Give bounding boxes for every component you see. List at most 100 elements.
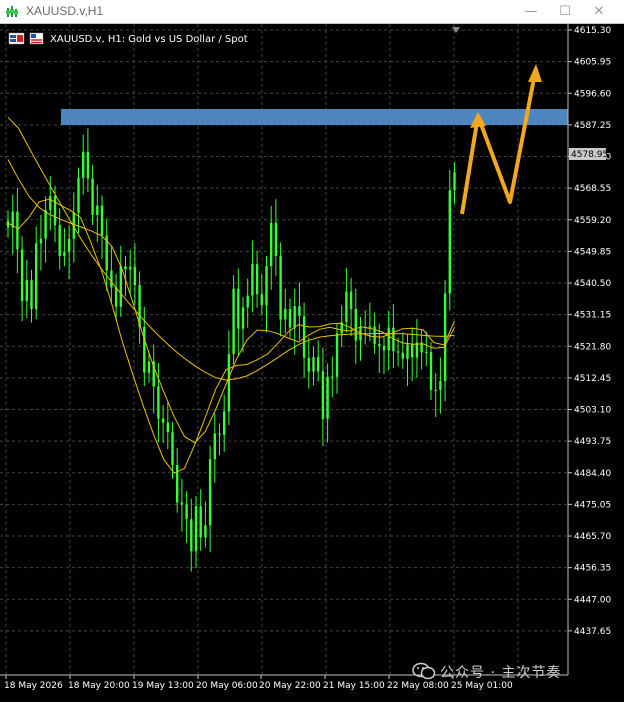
candle-body (270, 222, 273, 267)
candle-body (213, 433, 216, 460)
candle-body (58, 225, 61, 256)
candle-body (35, 243, 38, 310)
candle-body (387, 327, 390, 351)
time-tick-label: 21 May 15:00 (323, 681, 385, 691)
candle-body (307, 357, 310, 372)
candle-body (223, 411, 226, 435)
time-tick-label: 18 May 2026 (4, 681, 63, 691)
candle-body (232, 288, 235, 355)
watermark: 公众号 · 主次节奏 (440, 665, 562, 681)
price-tick-label: 4484.40 (574, 469, 611, 479)
window-title: XAUUSD.v,H1 (26, 4, 104, 18)
candle-body (143, 326, 146, 373)
candle-body (185, 504, 188, 520)
price-tick-label: 4615.30 (574, 26, 611, 36)
candle-body (317, 357, 320, 372)
candle-body (49, 196, 52, 210)
candle-body (439, 381, 442, 390)
candle-body (190, 519, 193, 552)
candle-body (133, 266, 137, 286)
candle-body (67, 238, 71, 252)
candle-body (39, 238, 43, 244)
time-tick-label: 19 May 13:00 (132, 681, 194, 691)
candle-body (44, 209, 47, 239)
candle-body (335, 333, 339, 377)
candle-body (345, 291, 348, 323)
candle-body (288, 309, 292, 328)
candle-body (53, 196, 57, 226)
candle-body (331, 376, 334, 378)
candle-body (411, 344, 414, 358)
time-tick-label: 22 May 08:00 (387, 681, 449, 691)
maximize-icon[interactable]: ☐ (552, 2, 578, 22)
price-tick-label: 4512.45 (574, 374, 611, 384)
candle-body (77, 177, 80, 213)
candle-body (237, 288, 240, 329)
candle-body (119, 266, 122, 307)
candle-body (157, 386, 160, 419)
candle-body (6, 220, 10, 228)
candle-body (20, 249, 24, 301)
candle-body (82, 151, 85, 178)
candle-body (110, 270, 113, 288)
price-tick-label: 4605.95 (574, 58, 611, 68)
candle-body (434, 389, 437, 391)
candle-body (448, 190, 451, 294)
candle-body (415, 342, 419, 358)
candle-body (166, 422, 169, 433)
price-tick-label: 4587.25 (574, 121, 611, 131)
candle-body (425, 352, 428, 354)
price-tick-label: 4540.50 (574, 279, 611, 289)
price-tick-label: 4475.05 (574, 500, 611, 510)
chart-header: XAUUSD.v, H1: Gold vs US Dollar / Spot (50, 34, 248, 45)
candle-body (429, 352, 433, 390)
candle-body (396, 351, 400, 353)
candle-body (63, 251, 66, 256)
close-icon[interactable]: ✕ (586, 2, 612, 22)
candle-body (171, 432, 174, 465)
candle-body (279, 255, 282, 320)
candle-body (199, 506, 202, 538)
candle-body (293, 306, 296, 328)
price-tick-label: 4549.85 (574, 247, 611, 257)
resistance-zone[interactable] (61, 109, 568, 125)
candle-body (96, 205, 99, 216)
candle-body (176, 464, 179, 503)
candle-body (260, 294, 263, 306)
time-tick-label: 18 May 20:00 (68, 681, 130, 691)
price-tick-label: 4596.60 (574, 89, 611, 99)
candle-body (326, 377, 329, 419)
candle-body (147, 361, 151, 373)
candle-body (161, 418, 165, 423)
candle-body (100, 205, 104, 236)
price-tick-label: 4493.75 (574, 437, 611, 447)
price-tick-label: 4531.15 (574, 311, 611, 321)
candle-body (255, 264, 259, 295)
candle-body (453, 172, 456, 191)
candle-body (208, 459, 212, 526)
candle-body (265, 266, 268, 306)
candle-body (204, 525, 207, 538)
candle-body (274, 222, 278, 256)
candle-body (241, 307, 245, 329)
candle-body (443, 293, 447, 382)
candle-body (368, 326, 372, 328)
time-tick-label: 20 May 06:00 (196, 681, 258, 691)
price-tick-label: 4503.10 (574, 406, 611, 416)
price-tick-label: 4465.70 (574, 532, 611, 542)
minimize-icon[interactable]: — (518, 2, 544, 22)
price-tick-label: 4521.80 (574, 342, 611, 352)
window-titlebar: XAUUSD.v,H1 — ☐ ✕ (0, 0, 624, 24)
candle-body (194, 506, 198, 552)
candle-body (302, 316, 306, 358)
candle-body (298, 306, 301, 317)
wechat-icon (412, 662, 436, 680)
candle-body (129, 266, 132, 270)
time-tick-label: 20 May 22:00 (259, 681, 321, 691)
current-price-label: 4578.95 (571, 150, 608, 160)
candle-body (86, 151, 90, 179)
candle-body (406, 344, 409, 359)
chart-canvas[interactable]: 4615.304605.954596.604587.254577.904568.… (0, 24, 624, 698)
candle-body (180, 502, 184, 505)
price-chart[interactable]: 4615.304605.954596.604587.254577.904568.… (0, 24, 624, 698)
